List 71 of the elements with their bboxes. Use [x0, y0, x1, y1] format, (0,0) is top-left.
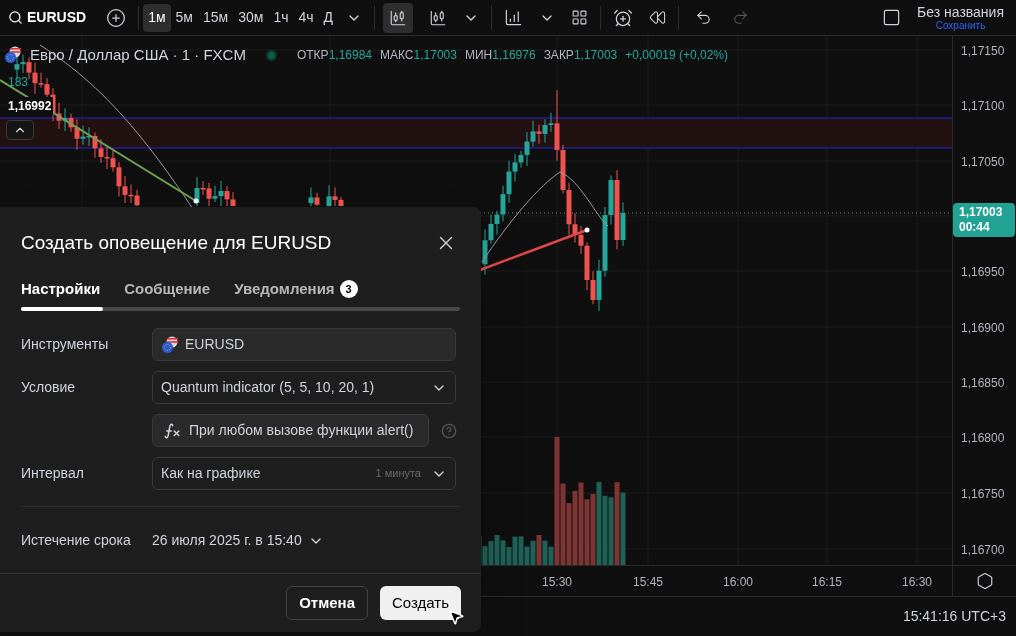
symbol-search-button[interactable]: EURUSD [0, 7, 99, 28]
anchor-point [193, 198, 199, 204]
save-link[interactable]: Сохранить [935, 20, 986, 31]
square-icon[interactable] [882, 8, 902, 27]
last-price-label: 1,17003 00:44 [953, 203, 1015, 237]
crosshair-price: 1,16992 [8, 97, 54, 115]
undo-icon[interactable] [695, 9, 713, 26]
dialog-title: Создать оповещение для EURUSD [21, 231, 332, 255]
symbol-title: Евро / Доллар США · 1 · FXCM [30, 45, 246, 65]
price-axis-label: 1,16700 [961, 542, 1005, 559]
add-symbol-icon[interactable] [106, 7, 127, 28]
layout-name: Без названия [917, 4, 1004, 19]
dialog-tab[interactable]: Настройки [21, 277, 101, 300]
time-axis-label: 15:45 [633, 574, 663, 591]
create-button[interactable]: Создать [380, 586, 461, 620]
price-change: +0,00019 (+0,02%) [625, 47, 728, 65]
interval-button[interactable]: 30м [233, 3, 269, 32]
anchor-point [584, 227, 590, 233]
candles-chart-type-button[interactable] [383, 2, 414, 33]
time-axis-label: 16:00 [723, 574, 753, 591]
dialog-tab[interactable]: Уведомления 3 [234, 277, 358, 300]
currency-flags-icon [161, 335, 179, 354]
indicators-icon[interactable] [504, 8, 524, 27]
price-axis-label: 1,16900 [961, 320, 1005, 337]
dialog-tab[interactable]: Сообщение [124, 277, 211, 300]
alarm-clock-plus-icon[interactable] [613, 7, 634, 28]
interval-button[interactable]: 1ч [268, 3, 294, 32]
select-field[interactable]: Quantum indicator (5, 5, 10, 20, 1) [152, 371, 456, 404]
notification-count: 3 [339, 279, 358, 298]
price-axis-label: 1,16800 [961, 430, 1005, 447]
select-field[interactable]: Как на графике 1 минута [152, 457, 456, 490]
search-icon [8, 10, 23, 25]
ohlc-value: МИН1,16976 [464, 47, 536, 65]
time-axis-label: 16:15 [812, 574, 842, 591]
symbol-field[interactable]: EURUSD [152, 328, 456, 361]
price-axis-label: 1,16750 [961, 486, 1005, 503]
field-label: Истечение срока [21, 531, 132, 550]
price-axis-label: 1,17100 [961, 98, 1005, 115]
mouse-pointer-icon [447, 608, 465, 626]
interval-button[interactable]: 1м [143, 3, 171, 32]
field-label: Инструменты [21, 335, 110, 354]
candlestick-icon [389, 8, 408, 27]
ohlc-value: ОТКР1,16984 [296, 47, 372, 65]
field-label: Условие [21, 378, 77, 397]
ohlc-value: ЗАКР1,17003 [543, 47, 618, 65]
volume-value: 183 [8, 74, 29, 91]
price-axis-label: 1,16850 [961, 375, 1005, 392]
collapse-button[interactable] [6, 120, 34, 140]
function-icon [163, 421, 181, 440]
time-axis-label: 16:30 [902, 574, 932, 591]
interval-button[interactable]: 15м [197, 3, 234, 32]
rewind-icon[interactable] [649, 9, 667, 26]
layout-grid-icon[interactable] [571, 9, 589, 26]
expiration-dropdown[interactable]: 26 июля 2025 г. в 15:40 [152, 530, 324, 551]
clock-text: 15:41:16 UTC+3 [902, 607, 1006, 626]
cancel-button[interactable]: Отмена [286, 586, 368, 620]
currency-flags-icon [4, 46, 22, 65]
time-axis-label: 15:30 [542, 574, 572, 591]
price-axis-label: 1,17050 [961, 154, 1005, 171]
interval-button[interactable]: 4ч [293, 3, 319, 32]
interval-button[interactable]: 5м [170, 3, 198, 32]
function-trigger-button[interactable]: При любом вызове функции alert() [152, 414, 429, 447]
layout-name-button[interactable]: Без названия Сохранить [917, 4, 1004, 31]
settings-icon[interactable] [975, 572, 994, 590]
interval-button[interactable]: Д [318, 3, 339, 32]
price-axis-label: 1,16950 [961, 264, 1005, 281]
field-label: Интервал [21, 464, 85, 483]
redo-icon[interactable] [732, 9, 750, 26]
ohlc-value: МАКС1,17003 [380, 47, 457, 65]
candlestick-icon[interactable] [429, 8, 448, 27]
price-axis-label: 1,17150 [961, 43, 1005, 60]
